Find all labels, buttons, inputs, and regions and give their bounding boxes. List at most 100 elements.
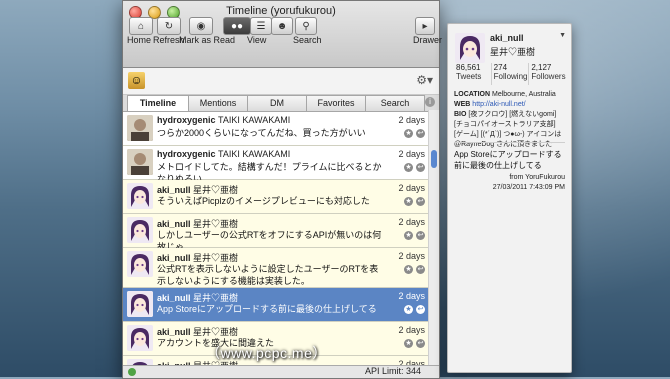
- tweet-time: 2 days: [398, 115, 425, 125]
- tweet-username[interactable]: hydroxygenic: [157, 115, 216, 125]
- tweet-author[interactable]: hydroxygenic TAIKI KAWAKAMI: [157, 149, 290, 159]
- tweet-time: 2 days: [398, 183, 425, 193]
- mark-as-read-button[interactable]: ◉: [189, 17, 213, 35]
- tweet-avatar[interactable]: [127, 291, 153, 317]
- scrollbar-thumb[interactable]: [431, 150, 437, 168]
- tweet-username[interactable]: aki_null: [157, 253, 191, 263]
- tab-dm[interactable]: DM: [247, 95, 307, 111]
- following-label: Following: [493, 72, 528, 81]
- mark-as-read-label: Mark as Read: [179, 35, 236, 45]
- following-count: 274: [493, 63, 508, 72]
- favorite-icon[interactable]: ★: [404, 197, 413, 206]
- profile-fullname: 星井♡亜樹: [490, 47, 536, 57]
- favorite-icon[interactable]: ★: [404, 265, 413, 274]
- favorite-icon[interactable]: ★: [404, 231, 413, 240]
- timeline-row[interactable]: aki_null 星井♡亜樹 そういえばPicplzのイメージプレビューにも対応し…: [123, 180, 439, 214]
- tweet-username[interactable]: aki_null: [157, 185, 191, 195]
- following-stat[interactable]: 274 Following: [492, 63, 530, 85]
- reply-icon[interactable]: ↩: [416, 197, 425, 206]
- my-avatar[interactable]: ☺: [128, 72, 145, 89]
- tweet-time: 2 days: [398, 251, 425, 261]
- profile-tweet-text: App Storeにアップロードする前に最後の仕上げしてる: [454, 150, 562, 170]
- tweet-avatar[interactable]: [127, 183, 153, 209]
- followers-stat[interactable]: 2,127 Followers: [529, 63, 566, 85]
- tweet-time: 2 days: [398, 291, 425, 301]
- tab-timeline[interactable]: Timeline: [127, 95, 189, 111]
- tweet-fullname: TAIKI KAWAKAMI: [218, 115, 291, 125]
- refresh-icon: ↻: [164, 20, 174, 32]
- profile-divider: [454, 142, 565, 143]
- tweet-username[interactable]: aki_null: [157, 293, 191, 303]
- tweet-username[interactable]: aki_null: [157, 219, 191, 229]
- reply-icon[interactable]: ↩: [416, 129, 425, 138]
- list-icon: ☰: [256, 20, 266, 32]
- tab-mentions[interactable]: Mentions: [188, 95, 248, 111]
- tweet-text: App Storeにアップロードする前に最後の仕上げしてる: [157, 304, 377, 314]
- tweet-time: 2 days: [398, 149, 425, 159]
- favorite-icon[interactable]: ★: [404, 305, 413, 314]
- window-title: Timeline (yorufukurou): [226, 5, 336, 17]
- tweet-author[interactable]: hydroxygenic TAIKI KAWAKAMI: [157, 115, 290, 125]
- tweet-text: そういえばPicplzのイメージプレビューにも対応した: [157, 196, 370, 206]
- tweet-avatar[interactable]: [127, 251, 153, 277]
- search-label: Search: [293, 35, 322, 45]
- timeline-row[interactable]: hydroxygenic TAIKI KAWAKAMI つらか2000くらいになっ…: [123, 112, 439, 146]
- reply-icon[interactable]: ↩: [416, 231, 425, 240]
- tweet-actions: ★↩: [404, 231, 425, 240]
- home-icon: ⌂: [137, 20, 145, 32]
- tweet-username[interactable]: hydroxygenic: [157, 149, 216, 159]
- profile-tweet-source: from YoruFukurou: [509, 174, 565, 181]
- reply-icon[interactable]: ↩: [416, 163, 425, 172]
- timeline-row[interactable]: hydroxygenic TAIKI KAWAKAMI メトロイドしてた。結構すん…: [123, 146, 439, 184]
- location-label: LOCATION: [454, 91, 491, 98]
- followers-count: 2,127: [531, 63, 552, 72]
- view-user-button[interactable]: ☻: [271, 17, 293, 35]
- site-watermark: （www.pcpc.me）: [206, 345, 327, 361]
- view-label: View: [247, 35, 267, 45]
- location-value: Melbourne, Australia: [492, 91, 556, 98]
- api-limit: API Limit: 344: [364, 366, 421, 376]
- tweet-avatar[interactable]: [127, 325, 153, 351]
- tweet-username[interactable]: aki_null: [157, 327, 191, 337]
- tweet-actions: ★↩: [404, 305, 425, 314]
- followers-label: Followers: [531, 72, 566, 81]
- drawer-button[interactable]: ▸: [415, 17, 435, 35]
- search-button[interactable]: ⚲: [295, 17, 317, 35]
- tab-favorites[interactable]: Favorites: [306, 95, 366, 111]
- tweet-fullname: 星井♡亜樹: [193, 293, 239, 303]
- info-icon[interactable]: i: [425, 97, 435, 107]
- timeline-row[interactable]: aki_null 星井♡亜樹 App Storeにアップロードする前に最後の仕上げ…: [123, 288, 439, 322]
- tweet-avatar[interactable]: [127, 149, 153, 175]
- timeline-tabs: Timeline Mentions DM Favorites Search i: [123, 95, 439, 112]
- favorite-icon[interactable]: ★: [404, 339, 413, 348]
- reply-icon[interactable]: ↩: [416, 339, 425, 348]
- tweet-avatar[interactable]: [127, 115, 153, 141]
- tweets-stat[interactable]: 86,561 Tweets: [454, 63, 492, 85]
- timeline-window: Timeline (yorufukurou) ⌂ Home ↻ Refresh …: [122, 0, 443, 379]
- home-label: Home: [127, 35, 152, 45]
- view-conversation-button[interactable]: ●●: [223, 17, 251, 35]
- reply-icon[interactable]: ↩: [416, 265, 425, 274]
- tweet-avatar[interactable]: [127, 217, 153, 243]
- web-link[interactable]: http://aki-null.net/: [472, 101, 525, 108]
- profile-stats: 86,561 Tweets 274 Following 2,127 Follow…: [454, 63, 566, 85]
- drawer-icon: ▸: [422, 20, 428, 32]
- tab-search[interactable]: Search: [365, 95, 425, 111]
- timeline-scrollbar[interactable]: [428, 110, 439, 365]
- web-label: WEB: [454, 101, 471, 108]
- timeline-row[interactable]: aki_null 星井♡亜樹 しかしユーザーの公式RTをオフにするAPIが無いのは…: [123, 214, 439, 252]
- gear-icon[interactable]: ⚙▾: [416, 73, 433, 87]
- drawer-label: Drawer: [413, 35, 443, 45]
- home-button[interactable]: ⌂: [129, 17, 153, 35]
- tweet-text: 公式RTを表示しないように設定したユーザーのRTを表示しないようにする機能は実装…: [157, 264, 379, 286]
- view-list-button[interactable]: ☰: [250, 17, 272, 35]
- profile-avatar[interactable]: [455, 33, 485, 63]
- tweets-label: Tweets: [456, 72, 482, 81]
- profile-menu-icon[interactable]: ▼: [559, 32, 566, 39]
- timeline-row[interactable]: aki_null 星井♡亜樹 公式RTを表示しないように設定したユーザーのRTを表…: [123, 248, 439, 288]
- favorite-icon[interactable]: ★: [404, 163, 413, 172]
- refresh-button[interactable]: ↻: [157, 17, 181, 35]
- mark-read-icon: ◉: [196, 20, 206, 32]
- favorite-icon[interactable]: ★: [404, 129, 413, 138]
- reply-icon[interactable]: ↩: [416, 305, 425, 314]
